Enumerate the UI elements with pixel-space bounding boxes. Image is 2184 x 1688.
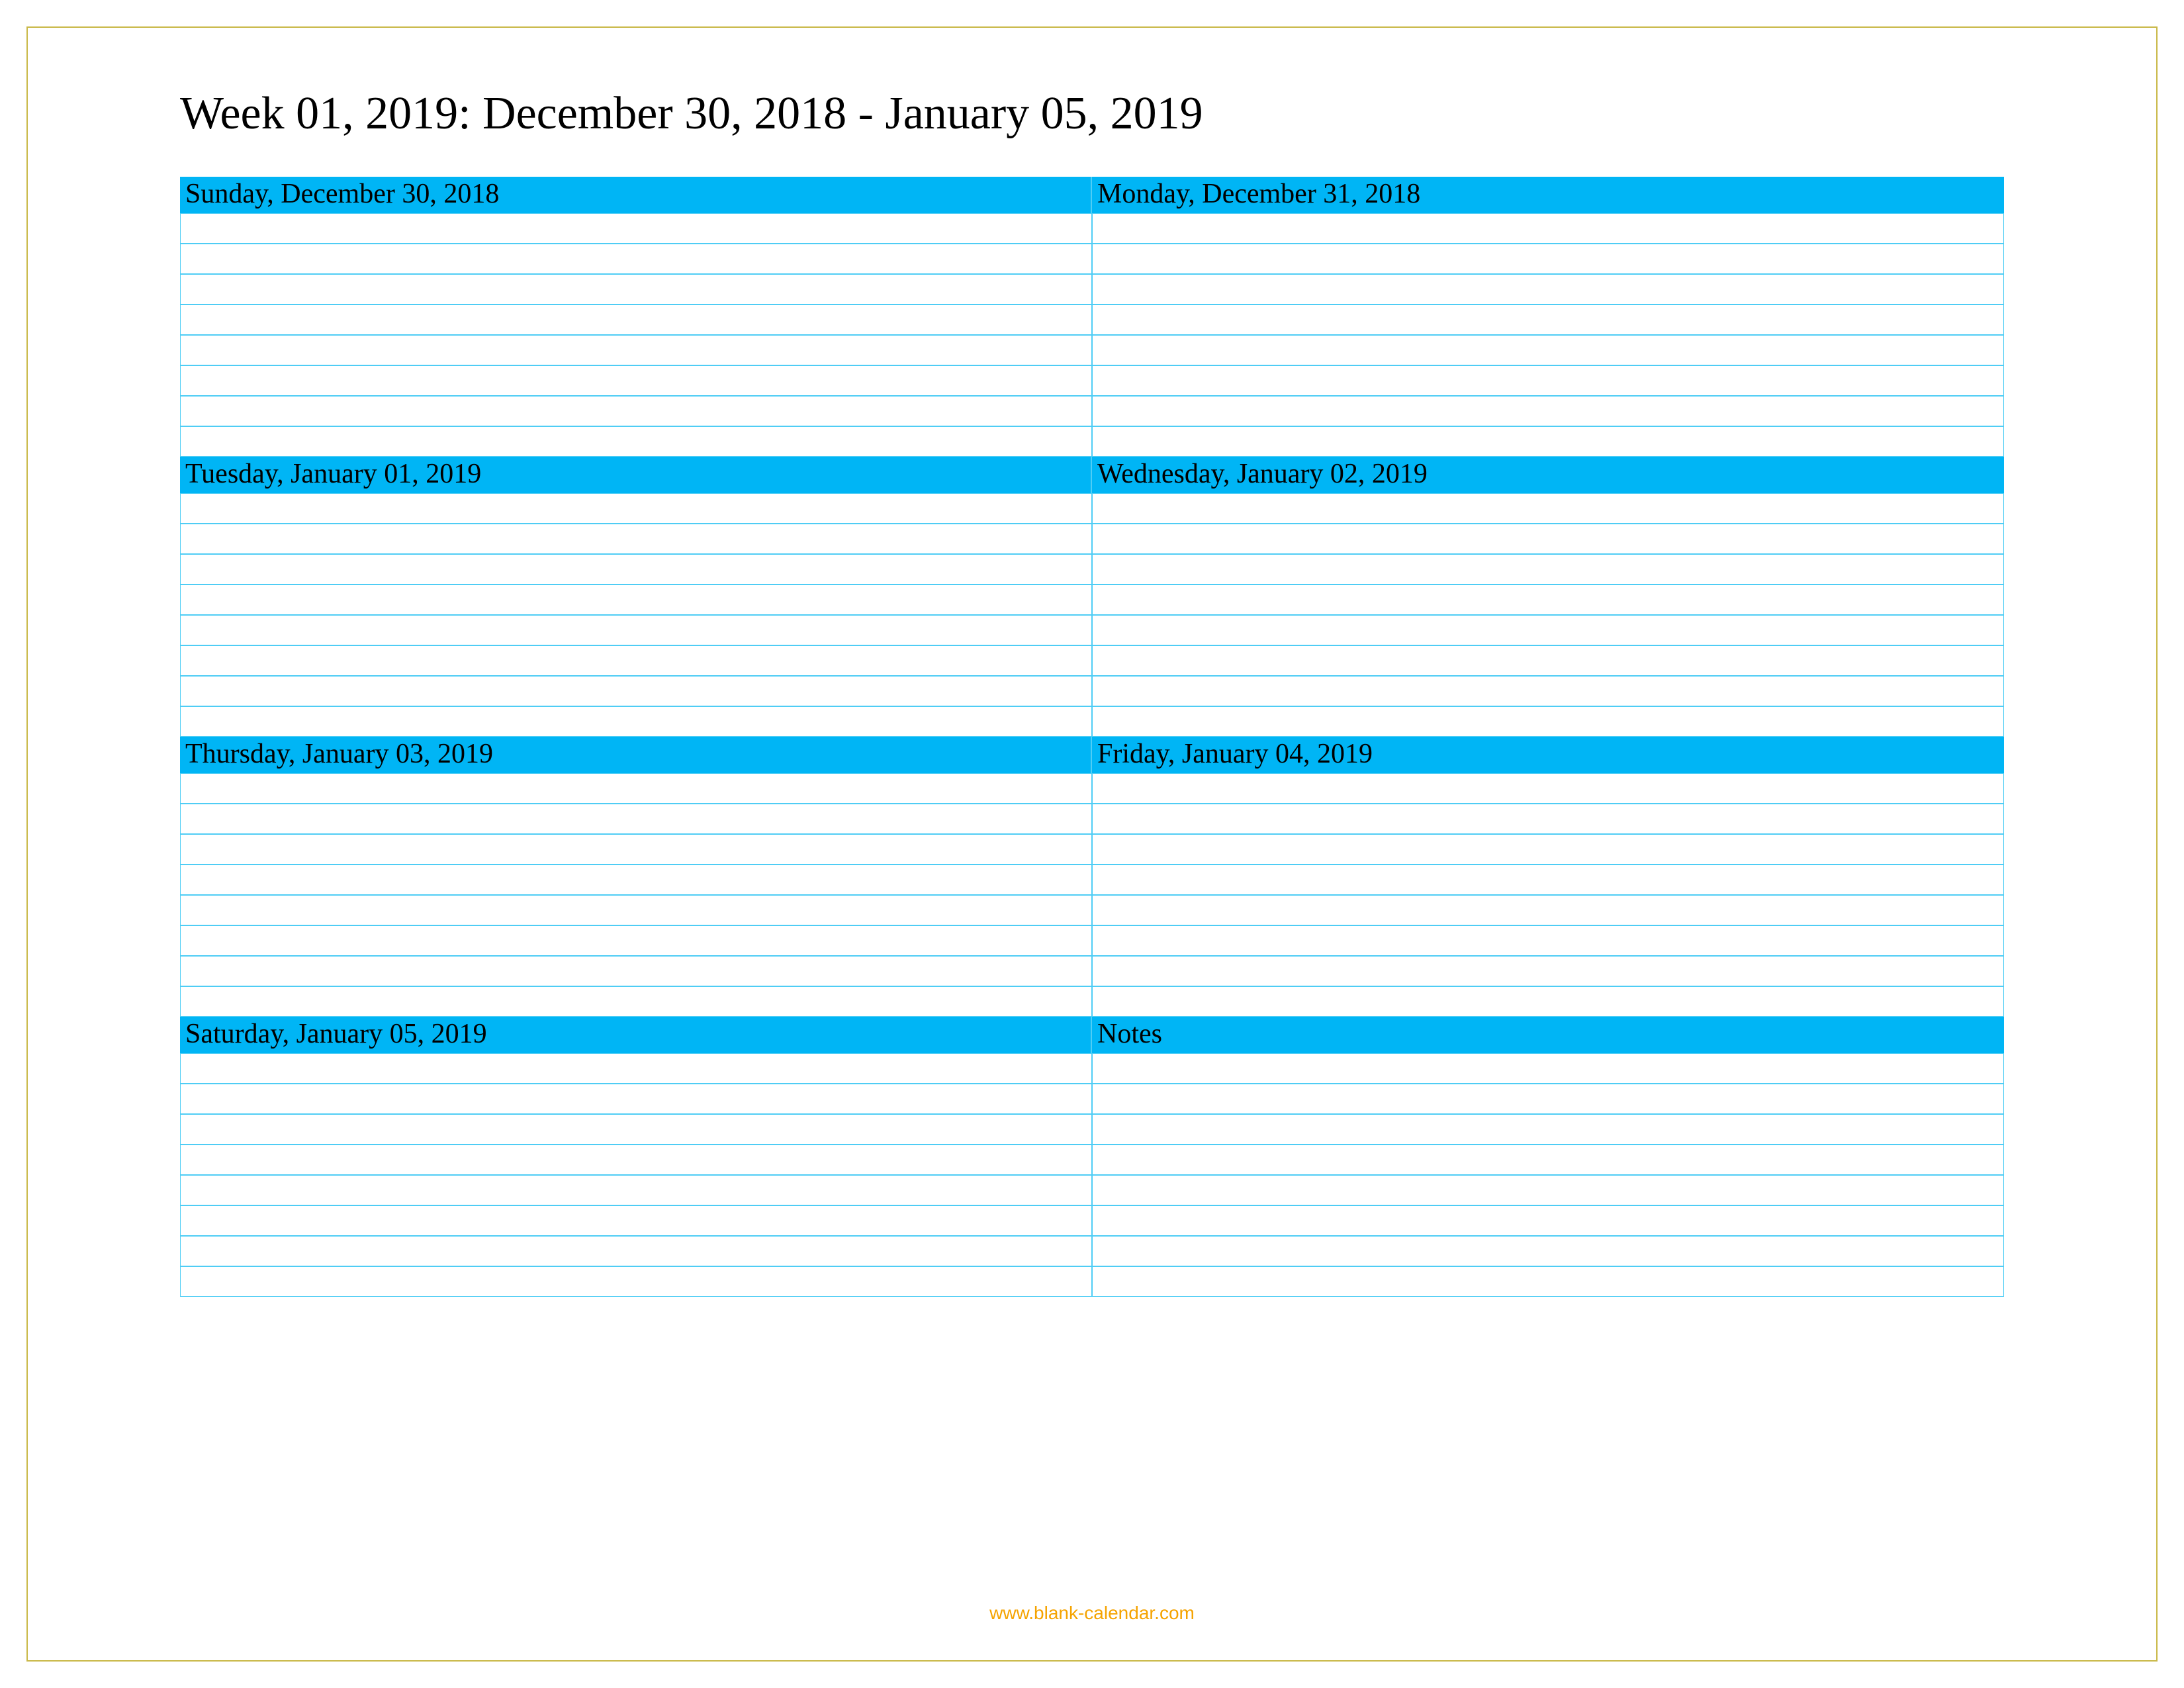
entry-line [180,986,1092,1017]
entry-line [180,1266,1092,1297]
page-title: Week 01, 2019: December 30, 2018 - Janua… [180,87,2004,140]
entry-line [1092,213,2004,244]
entry-line [180,554,1092,585]
entry-line [180,1236,1092,1266]
document-frame: Week 01, 2019: December 30, 2018 - Janua… [26,26,2158,1662]
entry-line [1092,1114,2004,1145]
day-header: Saturday, January 05, 2019 [180,1017,1092,1053]
entry-line [1092,524,2004,554]
entry-line [1092,396,2004,426]
entry-line [180,645,1092,676]
day-column: Monday, December 31, 2018 [1092,177,2004,457]
entry-line [180,706,1092,737]
entry-line [180,865,1092,895]
entry-line [1092,1084,2004,1114]
day-row-pair: Thursday, January 03, 2019Friday, Januar… [180,737,2004,1017]
entry-line [180,1175,1092,1205]
entry-line [180,895,1092,925]
entry-line [1092,274,2004,305]
entry-line [1092,426,2004,457]
entry-line [180,244,1092,274]
entry-line [180,1084,1092,1114]
entry-line [180,676,1092,706]
day-header: Monday, December 31, 2018 [1092,177,2004,213]
day-header: Wednesday, January 02, 2019 [1092,457,2004,493]
day-row-pair: Saturday, January 05, 2019Notes [180,1017,2004,1297]
day-column: Notes [1092,1017,2004,1297]
entry-line [1092,834,2004,865]
entry-line [1092,804,2004,834]
day-header: Thursday, January 03, 2019 [180,737,1092,773]
entry-line [1092,585,2004,615]
entry-line [1092,1205,2004,1236]
day-row-pair: Tuesday, January 01, 2019Wednesday, Janu… [180,457,2004,737]
entry-line [180,956,1092,986]
footer-domain: blank-calendar.com [1034,1603,1195,1623]
entry-line [1092,986,2004,1017]
footer-prefix: www. [989,1603,1034,1623]
entry-line [180,274,1092,305]
entry-line [180,1145,1092,1175]
entry-line [1092,925,2004,956]
day-header: Tuesday, January 01, 2019 [180,457,1092,493]
entry-line [180,804,1092,834]
entry-line [180,1205,1092,1236]
entry-line [180,1053,1092,1084]
entry-line [1092,895,2004,925]
footer-link[interactable]: www.blank-calendar.com [28,1603,2156,1624]
entry-line [1092,1266,2004,1297]
day-header: Friday, January 04, 2019 [1092,737,2004,773]
footer-anchor[interactable]: www.blank-calendar.com [989,1603,1195,1623]
day-column: Saturday, January 05, 2019 [180,1017,1092,1297]
entry-line [1092,554,2004,585]
day-column: Wednesday, January 02, 2019 [1092,457,2004,737]
entry-line [1092,365,2004,396]
entry-line [1092,305,2004,335]
entry-line [1092,706,2004,737]
entry-line [1092,1145,2004,1175]
entry-line [180,773,1092,804]
entry-line [1092,493,2004,524]
calendar-grid: Sunday, December 30, 2018Monday, Decembe… [180,177,2004,1297]
entry-line [180,426,1092,457]
day-column: Friday, January 04, 2019 [1092,737,2004,1017]
entry-line [180,396,1092,426]
entry-line [1092,1175,2004,1205]
entry-line [1092,865,2004,895]
day-row-pair: Sunday, December 30, 2018Monday, Decembe… [180,177,2004,457]
entry-line [180,1114,1092,1145]
entry-line [180,365,1092,396]
entry-line [180,925,1092,956]
entry-line [180,305,1092,335]
entry-line [1092,244,2004,274]
day-header: Notes [1092,1017,2004,1053]
day-header: Sunday, December 30, 2018 [180,177,1092,213]
day-column: Tuesday, January 01, 2019 [180,457,1092,737]
day-column: Sunday, December 30, 2018 [180,177,1092,457]
day-column: Thursday, January 03, 2019 [180,737,1092,1017]
entry-line [1092,645,2004,676]
entry-line [1092,956,2004,986]
entry-line [1092,676,2004,706]
entry-line [1092,773,2004,804]
entry-line [1092,615,2004,645]
entry-line [1092,1236,2004,1266]
entry-line [180,335,1092,365]
entry-line [180,213,1092,244]
entry-line [180,493,1092,524]
entry-line [180,524,1092,554]
entry-line [1092,335,2004,365]
entry-line [180,615,1092,645]
entry-line [1092,1053,2004,1084]
entry-line [180,585,1092,615]
entry-line [180,834,1092,865]
